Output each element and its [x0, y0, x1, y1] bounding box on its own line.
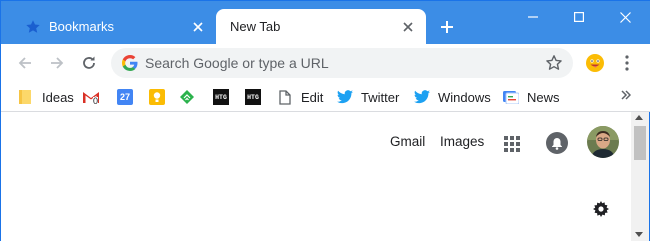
back-button[interactable] — [15, 53, 35, 73]
minimize-button[interactable] — [511, 1, 555, 33]
scroll-down-arrow-icon[interactable] — [635, 232, 643, 237]
bookmark-news[interactable]: News — [503, 87, 560, 107]
plus-icon — [441, 21, 453, 33]
bookmark-htg-1[interactable]: HTG — [213, 87, 229, 107]
vertical-scrollbar[interactable] — [631, 112, 649, 241]
bell-icon — [552, 137, 562, 150]
unread-count-badge: 0 — [93, 96, 99, 106]
gmail-link[interactable]: Gmail — [390, 134, 425, 149]
bookmark-htg-2[interactable]: HTG — [245, 87, 261, 107]
arrow-right-icon — [51, 57, 64, 69]
browser-window: Bookmarks New Tab Search Google or type … — [0, 0, 650, 241]
account-avatar[interactable] — [587, 126, 619, 158]
new-tab-button[interactable] — [437, 17, 457, 37]
tab-title: Bookmarks — [49, 19, 115, 34]
bookmark-gmail[interactable]: 0 — [83, 87, 99, 107]
bookmark-calendar[interactable]: 27 — [117, 87, 133, 107]
bookmark-label: Twitter — [361, 89, 400, 105]
google-g-icon — [122, 55, 138, 71]
page-icon — [277, 89, 293, 105]
tab-title: New Tab — [230, 19, 281, 34]
htg-text: HTG — [247, 93, 259, 101]
scrollbar-thumb[interactable] — [634, 126, 646, 160]
bookmark-edit[interactable]: Edit — [277, 87, 323, 107]
chevron-double-right-icon — [621, 90, 631, 100]
scroll-up-arrow-icon[interactable] — [635, 115, 643, 120]
star-icon — [25, 19, 41, 35]
bookmark-label: News — [527, 89, 560, 105]
calendar-icon: 27 — [117, 89, 133, 105]
htg-icon: HTG — [245, 89, 261, 105]
bookmark-feedly[interactable] — [179, 87, 195, 107]
arrow-left-icon — [18, 57, 31, 69]
reload-icon — [83, 56, 95, 69]
bookmarks-bar: Ideas 0 27 HTG HTG Edit Twitter Windows … — [1, 82, 650, 112]
bookmark-star-icon[interactable] — [545, 54, 563, 72]
bookmark-label: Ideas — [42, 89, 74, 105]
tab-bookmarks[interactable]: Bookmarks — [9, 9, 216, 44]
bookmark-label: Edit — [301, 89, 324, 105]
twitter-icon — [414, 89, 430, 105]
close-window-button[interactable] — [603, 1, 647, 33]
htg-icon: HTG — [213, 89, 229, 105]
bookmark-ideas[interactable]: Ideas — [18, 87, 74, 107]
bookmark-windows[interactable]: Windows — [414, 87, 491, 107]
maximize-button[interactable] — [557, 1, 601, 33]
bookmark-keep[interactable] — [149, 87, 165, 107]
more-bookmarks-button[interactable] — [619, 87, 633, 103]
minimize-icon — [528, 16, 538, 18]
calendar-date: 27 — [119, 92, 130, 102]
gear-icon[interactable] — [593, 201, 609, 217]
tab-strip: Bookmarks New Tab — [1, 1, 650, 44]
new-tab-page: Gmail Images — [1, 112, 631, 241]
reload-button[interactable] — [79, 53, 99, 73]
avatar-photo-icon — [587, 126, 619, 158]
bookmark-label: Windows — [438, 89, 491, 105]
images-link[interactable]: Images — [440, 134, 484, 149]
search-input[interactable] — [145, 52, 530, 74]
toolbar — [1, 44, 650, 82]
twitter-icon — [337, 89, 353, 105]
tab-close-icon[interactable] — [190, 19, 206, 35]
apps-grid-icon[interactable] — [503, 135, 521, 153]
folder-icon — [18, 89, 34, 105]
omnibox[interactable] — [111, 48, 573, 78]
tab-close-icon[interactable] — [400, 19, 416, 35]
feedly-icon — [179, 89, 195, 105]
close-icon — [619, 11, 631, 23]
maximize-icon — [574, 12, 584, 22]
profile-emoji-icon[interactable] — [585, 53, 605, 73]
notifications-button[interactable] — [546, 132, 568, 154]
gmail-icon: 0 — [83, 89, 99, 106]
htg-text: HTG — [215, 93, 227, 101]
bookmark-twitter[interactable]: Twitter — [337, 87, 399, 107]
menu-button[interactable] — [621, 53, 633, 73]
forward-button[interactable] — [47, 53, 67, 73]
news-icon — [503, 89, 519, 105]
more-vert-icon — [625, 55, 629, 71]
keep-icon — [149, 89, 165, 105]
tab-new-tab[interactable]: New Tab — [216, 9, 426, 44]
